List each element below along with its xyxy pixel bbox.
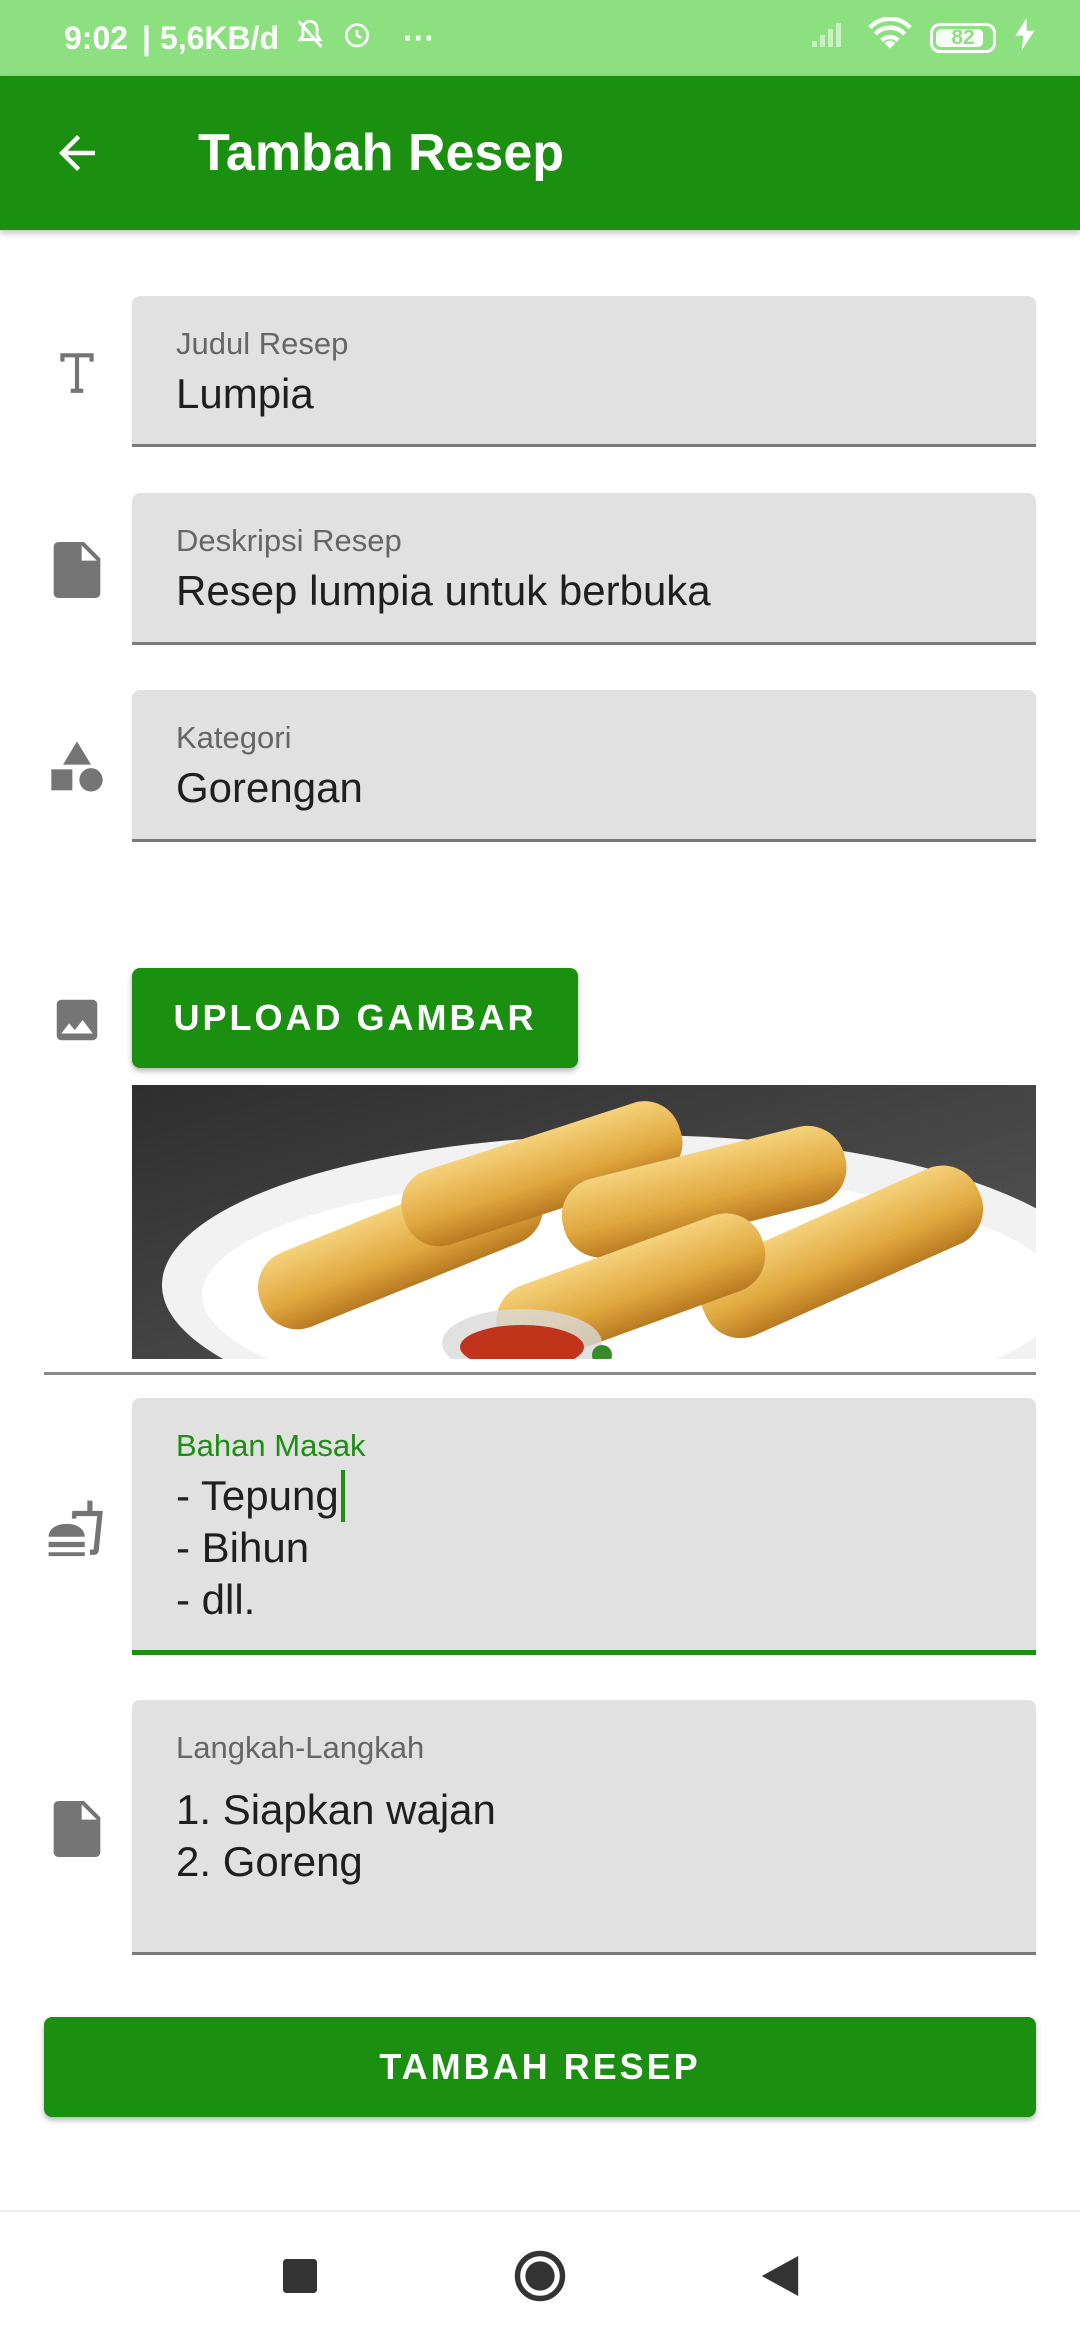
fastfood-icon (44, 1496, 110, 1562)
title-field-value[interactable]: Lumpia (176, 368, 992, 420)
circle-icon (514, 2250, 566, 2302)
home-button[interactable] (505, 2241, 575, 2311)
category-field-value[interactable]: Gorengan (176, 762, 992, 814)
page-title: Tambah Resep (198, 124, 565, 182)
app-bar: Tambah Resep (0, 76, 1080, 230)
back-button[interactable] (0, 76, 154, 230)
steps-field-value[interactable]: 1. Siapkan wajan 2. Goreng (176, 1784, 992, 1888)
wifi-icon (868, 16, 912, 59)
shapes-icon (44, 734, 110, 800)
ingredient-line: - dll. (176, 1576, 256, 1623)
upload-image-button[interactable]: UPLOAD GAMBAR (132, 968, 578, 1068)
battery-icon: 82 (930, 23, 996, 53)
recents-button[interactable] (265, 2241, 335, 2311)
signal-icon (810, 19, 850, 57)
description-field[interactable]: Deskripsi Resep Resep lumpia untuk berbu… (132, 493, 1036, 645)
status-time: 9:02 (64, 19, 129, 56)
title-field-label: Judul Resep (176, 326, 349, 361)
charging-icon (1014, 18, 1036, 58)
arrow-back-icon (59, 135, 95, 171)
battery-level: 82 (951, 26, 975, 49)
document-icon (44, 537, 110, 603)
step-line: 2. Goreng (176, 1838, 363, 1885)
alarm-icon (341, 18, 373, 58)
step-line: 1. Siapkan wajan (176, 1786, 496, 1833)
steps-field[interactable]: Langkah-Langkah 1. Siapkan wajan 2. Gore… (132, 1700, 1036, 1955)
ingredients-field-value[interactable]: - Tepung - Bihun - dll. (176, 1470, 992, 1626)
ingredients-field[interactable]: Bahan Masak - Tepung - Bihun - dll. (132, 1398, 1036, 1655)
divider (44, 1372, 1036, 1375)
ingredient-line: - Tepung (176, 1472, 339, 1519)
add-recipe-button[interactable]: TAMBAH RESEP (44, 2017, 1036, 2117)
category-field-label: Kategori (176, 720, 292, 755)
back-nav-button[interactable] (745, 2241, 815, 2311)
description-field-label: Deskripsi Resep (176, 523, 402, 558)
category-field[interactable]: Kategori Gorengan (132, 690, 1036, 842)
document-icon (44, 1796, 110, 1862)
mute-icon (293, 17, 327, 59)
ingredient-line: - Bihun (176, 1524, 310, 1571)
ingredients-field-label: Bahan Masak (176, 1428, 366, 1463)
triangle-back-icon (761, 2256, 799, 2296)
navigation-bar (0, 2210, 1080, 2340)
text-format-icon (44, 339, 110, 405)
recipe-image (132, 1085, 1036, 1359)
text-cursor (340, 1470, 345, 1522)
square-icon (283, 2259, 317, 2293)
image-icon (44, 987, 110, 1053)
steps-field-label: Langkah-Langkah (176, 1730, 425, 1765)
more-notifications: ··· (403, 19, 435, 56)
status-bar: 9:02 | 5,6KB/d ··· 82 (0, 0, 1080, 76)
title-field[interactable]: Judul Resep Lumpia (132, 296, 1036, 447)
network-speed: | 5,6KB/d (142, 19, 280, 56)
description-field-value[interactable]: Resep lumpia untuk berbuka (176, 565, 992, 617)
